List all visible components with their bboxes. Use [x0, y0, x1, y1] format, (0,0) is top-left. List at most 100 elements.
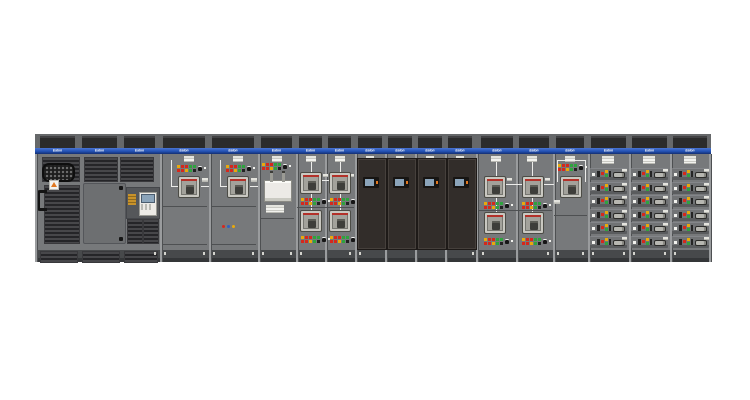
lamp-white-icon [585, 166, 587, 168]
brand-logo-icon: Eaton [598, 149, 619, 152]
led-amber-icon [687, 211, 690, 214]
indicator-cluster [522, 202, 548, 210]
led-dark-icon [278, 167, 281, 170]
led-red-icon [338, 236, 341, 239]
led-green-icon [534, 202, 537, 205]
led-red-icon [642, 226, 645, 229]
hinge-dot-icon [154, 252, 156, 255]
unit-block [638, 212, 641, 218]
unit-block [597, 185, 600, 191]
brand-logo-icon: Eaton [487, 149, 507, 152]
hinge-dot-icon [203, 252, 205, 255]
breaker-window [308, 181, 316, 190]
unit-lamp-white-icon [592, 173, 595, 176]
nameplate-tag [643, 156, 655, 164]
led-red-icon [683, 213, 686, 216]
hinge-dot-icon [592, 252, 594, 255]
brand-logo-icon: Eaton [525, 149, 544, 152]
selector-switch [351, 199, 355, 204]
led-amber-icon [301, 198, 304, 201]
led-red-icon [334, 236, 337, 239]
led-red-icon [488, 206, 491, 209]
roof-vent-icon [299, 136, 322, 148]
breaker-window [235, 185, 243, 194]
indicator-cluster [558, 164, 584, 172]
led-green-icon [570, 168, 573, 171]
led-amber-icon [309, 240, 312, 243]
mimic-line [506, 184, 522, 185]
led-amber-icon [646, 184, 649, 187]
mcc-bucket [672, 236, 709, 248]
led-amber-icon [530, 242, 533, 245]
indicator-cluster [177, 165, 203, 173]
nameplate-tag [272, 156, 282, 162]
roof-vent-icon [632, 136, 667, 148]
led-green-icon [605, 242, 608, 245]
selector-switch [322, 237, 326, 242]
unit-lamp-white-icon [633, 227, 636, 230]
hmi-display [423, 177, 439, 188]
circuit-breaker [178, 176, 200, 198]
bucket-label-tag [704, 183, 709, 186]
unit-block [638, 225, 641, 231]
compartment-divider [479, 210, 552, 211]
led-red-icon [309, 236, 312, 239]
bucket-handle [695, 213, 707, 219]
led-red-icon [338, 198, 341, 201]
bucket-handle [695, 226, 707, 232]
bucket-label-tag [704, 223, 709, 226]
roof-vent-icon [124, 136, 155, 148]
led-amber-icon [185, 169, 188, 172]
panel-frame [209, 154, 212, 262]
led-red-icon [301, 202, 304, 205]
unit-lamp-white-icon [592, 214, 595, 217]
led-amber-icon [687, 170, 690, 173]
led-amber-icon [484, 202, 487, 205]
led-red-icon [566, 164, 569, 167]
led-amber-icon [492, 206, 495, 209]
led-red-icon [526, 242, 529, 245]
led-green-icon [193, 165, 196, 168]
indicator-cluster [522, 238, 548, 246]
panel-frame [35, 154, 38, 262]
compartment-divider [554, 215, 587, 216]
indicator-cluster [301, 236, 327, 244]
mcc-bucket [672, 168, 709, 180]
bucket-handle [654, 240, 666, 246]
nameplate-tag [491, 156, 501, 162]
bucket-handle [695, 186, 707, 192]
led-red-icon [522, 242, 525, 245]
mcc-bucket [631, 209, 668, 221]
led-green-icon [687, 188, 690, 191]
bucket-label-tag [622, 183, 627, 186]
breaker-window [530, 221, 538, 230]
led-red-icon [642, 199, 645, 202]
led-amber-icon [605, 211, 608, 214]
led-red-icon [492, 238, 495, 241]
roof-vent-icon [556, 136, 584, 148]
bucket-handle [613, 213, 625, 219]
unit-block [638, 239, 641, 245]
led-dark-icon [346, 202, 349, 205]
meter-screen [141, 194, 155, 203]
indicator-cluster [330, 236, 356, 244]
mcc-bucket [631, 168, 668, 180]
compartment-divider [211, 206, 256, 207]
led-red-icon [305, 202, 308, 205]
panel-frame [709, 154, 712, 262]
roof-vent-icon [448, 136, 472, 148]
led-green-icon [274, 163, 277, 166]
unit-block [638, 198, 641, 204]
selector-switch [505, 239, 509, 244]
vent-panel [143, 219, 159, 244]
amber-label [128, 194, 136, 205]
led-green-icon [605, 188, 608, 191]
compartment-divider [162, 244, 207, 245]
bucket-label-tag [663, 196, 668, 199]
selector-switch [579, 165, 583, 170]
roof-band [35, 134, 711, 148]
hinge-dot-icon [482, 252, 484, 255]
selector-switch [543, 203, 547, 208]
unit-lamp-white-icon [592, 187, 595, 190]
led-red-icon [334, 202, 337, 205]
